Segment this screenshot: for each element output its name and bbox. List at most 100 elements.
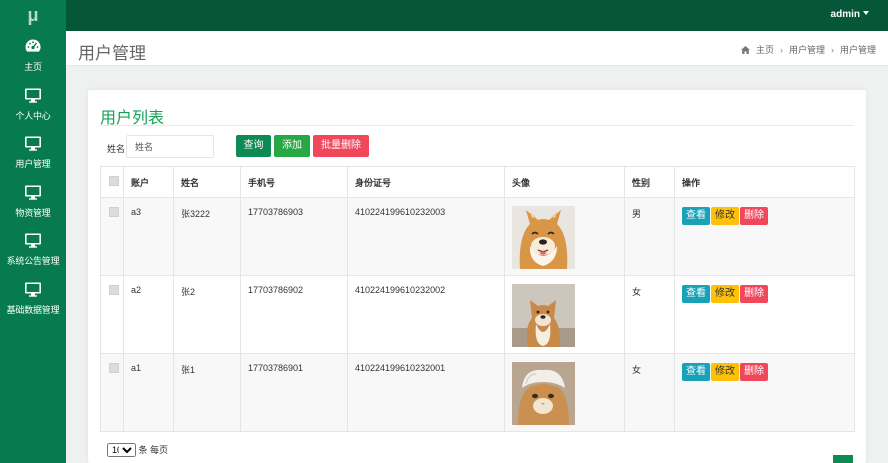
sidebar-item-users[interactable]: 用户管理 xyxy=(0,128,66,177)
top-bar: μ admin xyxy=(0,0,888,31)
breadcrumb-separator-icon: › xyxy=(779,45,783,55)
row-checkbox[interactable] xyxy=(109,363,119,373)
caret-down-icon xyxy=(863,11,869,15)
breadcrumb-home[interactable]: 主页 xyxy=(756,45,774,55)
account-cell: a2 xyxy=(123,275,174,354)
avatar-shiba-dog-image[interactable] xyxy=(512,206,575,269)
sidebar-item-home[interactable]: 主页 xyxy=(0,31,66,80)
gender-cell: 女 xyxy=(624,353,675,432)
sidebar-item-materials[interactable]: 物资管理 xyxy=(0,177,66,226)
select-all-checkbox[interactable] xyxy=(109,176,119,186)
actions-cell: 查看 修改 删除 xyxy=(674,353,855,432)
query-button[interactable]: 查询 xyxy=(236,135,271,157)
table-row: a3 张3222 17703786903 410224199610232003 xyxy=(100,197,855,276)
avatar-shiba-sitting-image[interactable] xyxy=(512,284,575,347)
sidebar-item-basic-data[interactable]: 基础数据管理 xyxy=(0,274,66,323)
dashboard-icon xyxy=(25,39,41,52)
delete-button[interactable]: 删除 xyxy=(740,207,768,225)
row-actions: 查看 修改 删除 xyxy=(682,207,854,225)
sidebar-item-label: 物资管理 xyxy=(15,207,51,218)
delete-button[interactable]: 删除 xyxy=(740,285,768,303)
view-button[interactable]: 查看 xyxy=(682,363,710,381)
row-select-cell[interactable] xyxy=(100,353,124,432)
edit-button[interactable]: 修改 xyxy=(711,363,739,381)
add-button[interactable]: 添加 xyxy=(274,135,310,157)
sidebar: 主页 个人中心 用户管理 物资管理 系统公告管理 基础数据管理 xyxy=(0,31,66,463)
user-name: admin xyxy=(830,9,860,20)
sidebar-item-label: 系统公告管理 xyxy=(6,256,60,266)
monitor-icon xyxy=(25,233,41,248)
edit-button[interactable]: 修改 xyxy=(711,207,739,225)
name-cell: 张3222 xyxy=(173,197,241,276)
sidebar-item-announcements[interactable]: 系统公告管理 xyxy=(0,225,66,274)
delete-button[interactable]: 删除 xyxy=(740,363,768,381)
sidebar-item-label: 个人中心 xyxy=(15,110,51,121)
row-select-cell[interactable] xyxy=(100,275,124,354)
name-cell: 张1 xyxy=(173,353,241,432)
sidebar-item-profile[interactable]: 个人中心 xyxy=(0,80,66,129)
breadcrumb-separator-icon: › xyxy=(830,45,834,55)
row-select-cell[interactable] xyxy=(100,197,124,276)
user-menu[interactable]: admin xyxy=(831,9,869,20)
divider xyxy=(100,125,854,126)
avatar-cell xyxy=(504,275,625,354)
edit-button[interactable]: 修改 xyxy=(711,285,739,303)
name-cell: 张2 xyxy=(173,275,241,354)
table-row: a1 张1 17703786901 410224199610232001 女 查… xyxy=(100,353,855,432)
account-cell: a1 xyxy=(123,353,174,432)
row-checkbox[interactable] xyxy=(109,285,119,295)
home-icon xyxy=(741,46,751,54)
id-card-cell: 410224199610232001 xyxy=(347,353,505,432)
monitor-icon xyxy=(25,136,41,151)
column-header-gender: 性别 xyxy=(624,166,675,198)
view-button[interactable]: 查看 xyxy=(682,207,710,225)
actions-cell: 查看 修改 删除 xyxy=(674,197,855,276)
column-header-name: 姓名 xyxy=(173,166,241,198)
gender-cell: 女 xyxy=(624,275,675,354)
breadcrumb-section[interactable]: 用户管理 xyxy=(789,45,825,55)
user-table: 账户 姓名 手机号 身份证号 头像 性别 操作 a3 张3222 1770378… xyxy=(100,166,855,432)
column-header-phone: 手机号 xyxy=(240,166,348,198)
monitor-icon xyxy=(25,88,41,103)
row-actions: 查看 修改 删除 xyxy=(682,363,854,381)
pagination-size: 10 条 每页 xyxy=(107,443,168,457)
app-logo[interactable]: μ xyxy=(0,0,66,31)
phone-cell: 17703786902 xyxy=(240,275,348,354)
column-header-avatar: 头像 xyxy=(504,166,625,198)
avatar-cat-towel-image[interactable] xyxy=(512,362,575,425)
gender-cell: 男 xyxy=(624,197,675,276)
column-header-actions: 操作 xyxy=(674,166,855,198)
page-size-select[interactable]: 10 xyxy=(107,443,136,457)
column-header-id-card: 身份证号 xyxy=(347,166,505,198)
row-checkbox[interactable] xyxy=(109,207,119,217)
breadcrumb-current: 用户管理 xyxy=(839,45,876,55)
pagination-button[interactable] xyxy=(833,455,853,463)
account-cell: a3 xyxy=(123,197,174,276)
monitor-icon xyxy=(25,282,41,297)
avatar-cell xyxy=(504,197,625,276)
avatar-cell xyxy=(504,353,625,432)
id-card-cell: 410224199610232002 xyxy=(347,275,505,354)
sidebar-item-label: 主页 xyxy=(24,62,42,72)
bulk-delete-button[interactable]: 批量删除 xyxy=(313,135,369,157)
column-header-account: 账户 xyxy=(123,166,174,198)
row-actions: 查看 修改 删除 xyxy=(682,285,854,303)
monitor-icon xyxy=(25,185,41,200)
sidebar-item-label: 基础数据管理 xyxy=(6,304,60,315)
user-list-card: 用户列表 姓名 查询 添加 批量删除 账户 姓名 手机号 身份证号 头像 性别 … xyxy=(88,90,866,463)
header-select-all[interactable] xyxy=(100,166,124,198)
phone-cell: 17703786901 xyxy=(240,353,348,432)
page-size-suffix: 条 每页 xyxy=(138,445,169,455)
page-title: 用户管理 xyxy=(78,44,146,63)
breadcrumb: 主页 › 用户管理 › 用户管理 xyxy=(741,43,876,56)
phone-cell: 17703786903 xyxy=(240,197,348,276)
table-header-row: 账户 姓名 手机号 身份证号 头像 性别 操作 xyxy=(100,166,855,198)
search-label: 姓名 xyxy=(107,144,126,154)
table-row: a2 张2 17703786902 410224199610232002 女 查… xyxy=(100,275,855,354)
search-name-input[interactable] xyxy=(126,135,214,158)
page-header: 用户管理 主页 › 用户管理 › 用户管理 xyxy=(66,31,888,66)
view-button[interactable]: 查看 xyxy=(682,285,710,303)
actions-cell: 查看 修改 删除 xyxy=(674,275,855,354)
id-card-cell: 410224199610232003 xyxy=(347,197,505,276)
sidebar-item-label: 用户管理 xyxy=(15,159,51,169)
